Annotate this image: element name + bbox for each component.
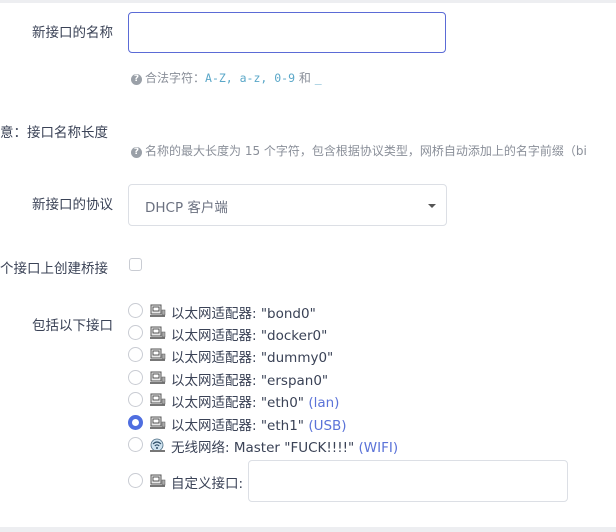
notice-label: 意：接口名称长度	[0, 125, 108, 141]
hint-chars: A-Z, a-z, 0-9	[205, 71, 296, 85]
ethernet-port-icon	[150, 304, 166, 317]
custom-interface-input[interactable]	[248, 460, 568, 502]
ethernet-port-icon	[150, 474, 166, 487]
interface-network-tag: (USB)	[308, 418, 347, 434]
interface-network-tag: (lan)	[308, 395, 340, 411]
ethernet-port-icon	[150, 393, 166, 406]
interface-radio[interactable]	[128, 370, 143, 385]
help-icon: ?	[131, 147, 142, 158]
interface-name: 以太网适配器: "erspan0"	[171, 373, 329, 389]
interface-name-input[interactable]	[128, 12, 446, 53]
interface-radio[interactable]	[128, 347, 143, 362]
name-hint: ? 合法字符：A-Z, a-z, 0-9 和 _	[131, 69, 322, 86]
chevron-down-icon	[428, 204, 436, 208]
interface-label: 以太网适配器: "dummy0"	[171, 346, 333, 366]
protocol-label: 新接口的协议	[32, 197, 113, 213]
interface-name: 以太网适配器: "eth0"	[171, 395, 305, 411]
bridge-checkbox[interactable]	[129, 258, 142, 271]
length-hint: ? 名称的最大长度为 15 个字符，包含根据协议类型，网桥自动添加上的名字前缀（b…	[131, 142, 587, 159]
interface-name: 以太网适配器: "docker0"	[171, 328, 328, 344]
include-label: 包括以下接口	[32, 318, 113, 334]
bottom-divider	[0, 527, 616, 532]
ethernet-port-icon	[150, 371, 166, 384]
interface-label: 以太网适配器: "erspan0"	[171, 369, 328, 389]
interface-label: 以太网适配器: "bond0"	[171, 302, 316, 322]
length-hint-text: 名称的最大长度为 15 个字符，包含根据协议类型，网桥自动添加上的名字前缀（bi	[145, 144, 587, 158]
interface-radio[interactable]	[128, 437, 143, 452]
hint-underscore: _	[314, 71, 322, 85]
interface-network-tag: (WIFI)	[358, 440, 399, 456]
wifi-icon	[150, 438, 165, 452]
interface-name: 以太网适配器: "dummy0"	[171, 350, 334, 366]
ethernet-port-icon	[150, 348, 166, 361]
interface-label: 无线网络: Master "FUCK!!!!" (WIFI)	[171, 436, 398, 456]
protocol-select[interactable]: DHCP 客户端	[128, 184, 447, 226]
interface-label: 以太网适配器: "eth1" (USB)	[171, 414, 347, 434]
interface-radio[interactable]	[128, 303, 143, 318]
top-divider	[0, 0, 616, 3]
interface-radio[interactable]	[128, 325, 143, 340]
interface-name: 以太网适配器: "bond0"	[171, 306, 316, 322]
custom-interface-label: 自定义接口:	[171, 476, 244, 492]
ethernet-port-icon	[150, 416, 166, 429]
interface-name: 无线网络: Master "FUCK!!!!"	[171, 440, 355, 456]
hint-prefix: 合法字符：	[145, 71, 206, 85]
interface-radio[interactable]	[128, 392, 143, 407]
name-label: 新接口的名称	[32, 25, 113, 41]
ethernet-port-icon	[150, 326, 166, 339]
interface-radio[interactable]	[128, 415, 143, 430]
interface-label: 以太网适配器: "docker0"	[171, 324, 327, 344]
bridge-label: 个接口上创建桥接	[0, 261, 108, 277]
interface-name: 以太网适配器: "eth1"	[171, 418, 305, 434]
interface-radio[interactable]	[128, 473, 143, 488]
interface-label: 以太网适配器: "eth0" (lan)	[171, 391, 339, 411]
hint-and: 和	[298, 71, 311, 85]
protocol-value: DHCP 客户端	[145, 200, 228, 216]
help-icon: ?	[131, 74, 142, 85]
